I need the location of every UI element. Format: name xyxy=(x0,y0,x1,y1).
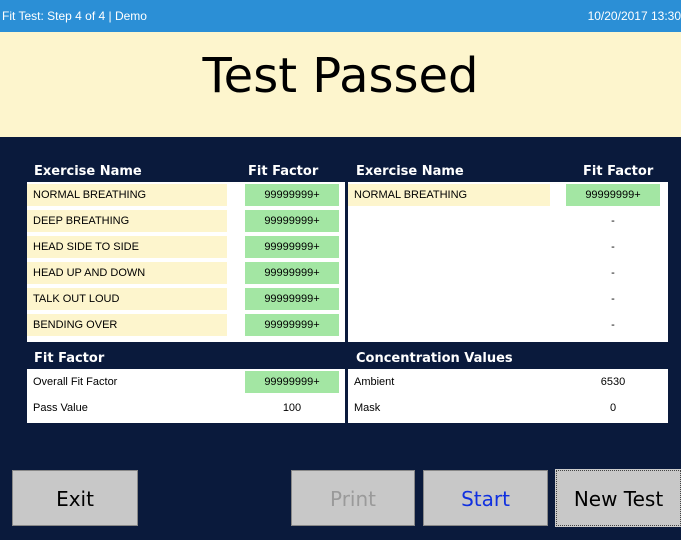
fit-factor-value: - xyxy=(611,267,615,279)
mask-label: Mask xyxy=(354,402,381,414)
table-row: Ambient 6530 xyxy=(348,369,668,395)
table-row: Pass Value 100 xyxy=(27,395,345,421)
table-row: - xyxy=(348,208,668,234)
exercise-name: TALK OUT LOUD xyxy=(27,288,227,310)
table-row: HEAD SIDE TO SIDE 99999999+ xyxy=(27,234,345,260)
exercise-name: HEAD UP AND DOWN xyxy=(27,262,227,284)
fit-factor-header: Fit Factor xyxy=(34,351,105,366)
table-row: BENDING OVER 99999999+ xyxy=(27,312,345,338)
new-test-button[interactable]: New Test xyxy=(555,469,681,527)
table-row: NORMAL BREATHING 99999999+ xyxy=(27,182,345,208)
overall-fit-factor-label: Overall Fit Factor xyxy=(33,376,118,388)
left-exercise-table: NORMAL BREATHING 99999999+ DEEP BREATHIN… xyxy=(27,182,345,342)
table-row: TALK OUT LOUD 99999999+ xyxy=(27,286,345,312)
result-text: Test Passed xyxy=(202,48,479,104)
concentration-table: Ambient 6530 Mask 0 xyxy=(348,369,668,423)
exercise-name: NORMAL BREATHING xyxy=(27,184,227,206)
fit-factor-value: 99999999+ xyxy=(245,314,339,336)
title-bar: Fit Test: Step 4 of 4 | Demo 10/20/2017 … xyxy=(0,0,681,32)
fit-factor-value: - xyxy=(611,215,615,227)
fit-factor-value: 99999999+ xyxy=(566,184,660,206)
right-exercise-name-header: Exercise Name xyxy=(356,164,464,179)
fit-factor-table: Overall Fit Factor 99999999+ Pass Value … xyxy=(27,369,345,423)
exercise-name xyxy=(348,288,550,310)
ambient-label: Ambient xyxy=(354,376,395,388)
left-fit-factor-header: Fit Factor xyxy=(248,164,319,179)
ambient-value: 6530 xyxy=(600,376,626,388)
fit-factor-value: - xyxy=(611,293,615,305)
right-exercise-table: NORMAL BREATHING 99999999+ - - - - - xyxy=(348,182,668,342)
exercise-name xyxy=(348,262,550,284)
fit-factor-value: - xyxy=(611,241,615,253)
right-fit-factor-header: Fit Factor xyxy=(583,164,654,179)
window-title: Fit Test: Step 4 of 4 | Demo xyxy=(2,9,147,23)
table-row: Mask 0 xyxy=(348,395,668,421)
concentration-header: Concentration Values xyxy=(356,351,513,366)
left-exercise-name-header: Exercise Name xyxy=(34,164,142,179)
exercise-name: BENDING OVER xyxy=(27,314,227,336)
fit-factor-value: 99999999+ xyxy=(245,210,339,232)
fit-factor-value: 99999999+ xyxy=(245,262,339,284)
fit-factor-value: 99999999+ xyxy=(245,288,339,310)
exit-button[interactable]: Exit xyxy=(12,470,138,526)
mask-value: 0 xyxy=(609,402,617,414)
fit-factor-value: 99999999+ xyxy=(245,184,339,206)
start-button[interactable]: Start xyxy=(423,470,548,526)
exercise-name: HEAD SIDE TO SIDE xyxy=(27,236,227,258)
print-button[interactable]: Print xyxy=(291,470,415,526)
table-row: - xyxy=(348,312,668,338)
exercise-name xyxy=(348,236,550,258)
exercise-name xyxy=(348,210,550,232)
pass-value: 100 xyxy=(282,402,302,414)
fit-factor-value: 99999999+ xyxy=(245,236,339,258)
exercise-name: NORMAL BREATHING xyxy=(348,184,550,206)
table-row: - xyxy=(348,286,668,312)
exercise-name: DEEP BREATHING xyxy=(27,210,227,232)
result-banner: Test Passed xyxy=(0,32,681,137)
table-row: - xyxy=(348,234,668,260)
datetime: 10/20/2017 13:30 xyxy=(587,9,681,23)
table-row: HEAD UP AND DOWN 99999999+ xyxy=(27,260,345,286)
table-row: NORMAL BREATHING 99999999+ xyxy=(348,182,668,208)
overall-fit-factor-value: 99999999+ xyxy=(245,371,339,393)
table-row: DEEP BREATHING 99999999+ xyxy=(27,208,345,234)
exercise-name xyxy=(348,314,550,336)
table-row: - xyxy=(348,260,668,286)
pass-value-label: Pass Value xyxy=(33,402,88,414)
table-row: Overall Fit Factor 99999999+ xyxy=(27,369,345,395)
fit-factor-value: - xyxy=(611,319,615,331)
